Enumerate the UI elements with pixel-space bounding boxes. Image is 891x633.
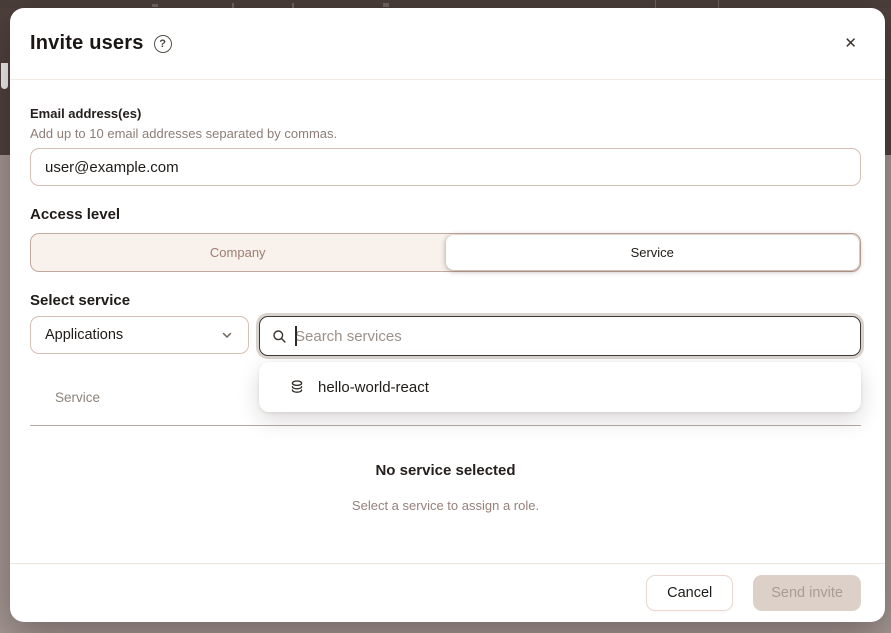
select-service-label: Select service — [30, 292, 861, 310]
send-invite-button[interactable]: Send invite — [753, 575, 861, 611]
cancel-button[interactable]: Cancel — [646, 575, 733, 611]
service-category-value: Applications — [45, 327, 123, 343]
close-icon[interactable]: ✕ — [840, 32, 861, 55]
table-divider — [30, 425, 861, 426]
email-hint: Add up to 10 email addresses separated b… — [30, 126, 861, 141]
empty-state-title: No service selected — [30, 462, 861, 479]
email-label: Email address(es) — [30, 106, 861, 121]
modal-footer: Cancel Send invite — [10, 563, 885, 622]
search-input[interactable] — [295, 328, 848, 345]
topbar-text-fragment — [152, 4, 158, 7]
search-result-label: hello-world-react — [318, 379, 429, 396]
segment-service[interactable]: Service — [446, 235, 860, 270]
page-topbar-under-overlay — [0, 0, 891, 8]
topbar-divider — [655, 0, 656, 8]
service-picker-row: Applications — [30, 316, 861, 356]
modal-header: Invite users ? ✕ — [10, 8, 885, 80]
page-heading-fragment — [1, 63, 8, 89]
text-caret — [295, 326, 297, 346]
access-level-label: Access level — [30, 206, 861, 224]
empty-state-subtitle: Select a service to assign a role. — [30, 498, 861, 513]
modal-title: Invite users — [30, 32, 144, 55]
layers-icon — [289, 379, 305, 395]
email-field[interactable] — [30, 148, 861, 186]
topbar-divider — [718, 0, 719, 8]
search-result-item[interactable]: hello-world-react — [259, 362, 861, 412]
service-search-box — [259, 316, 861, 356]
chevron-down-icon — [220, 328, 234, 342]
service-search-wrap: hello-world-react — [259, 316, 861, 356]
help-icon[interactable]: ? — [154, 35, 172, 53]
topbar-text-fragment — [383, 3, 389, 7]
access-level-segmented-control: Company Service — [30, 233, 861, 272]
segment-company[interactable]: Company — [31, 234, 445, 271]
modal-body: Email address(es) Add up to 10 email add… — [10, 106, 885, 513]
service-category-select[interactable]: Applications — [30, 316, 249, 354]
search-results-dropdown: hello-world-react — [259, 362, 861, 412]
magnifier-icon — [272, 329, 287, 344]
invite-users-modal: Invite users ? ✕ Email address(es) Add u… — [10, 8, 885, 622]
